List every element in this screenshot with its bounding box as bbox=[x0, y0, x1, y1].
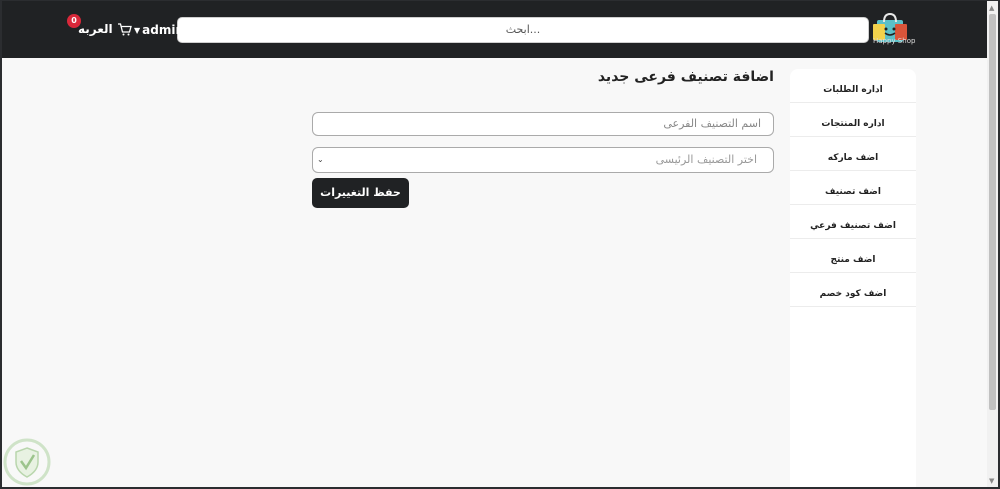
window-frame bbox=[0, 0, 1000, 489]
